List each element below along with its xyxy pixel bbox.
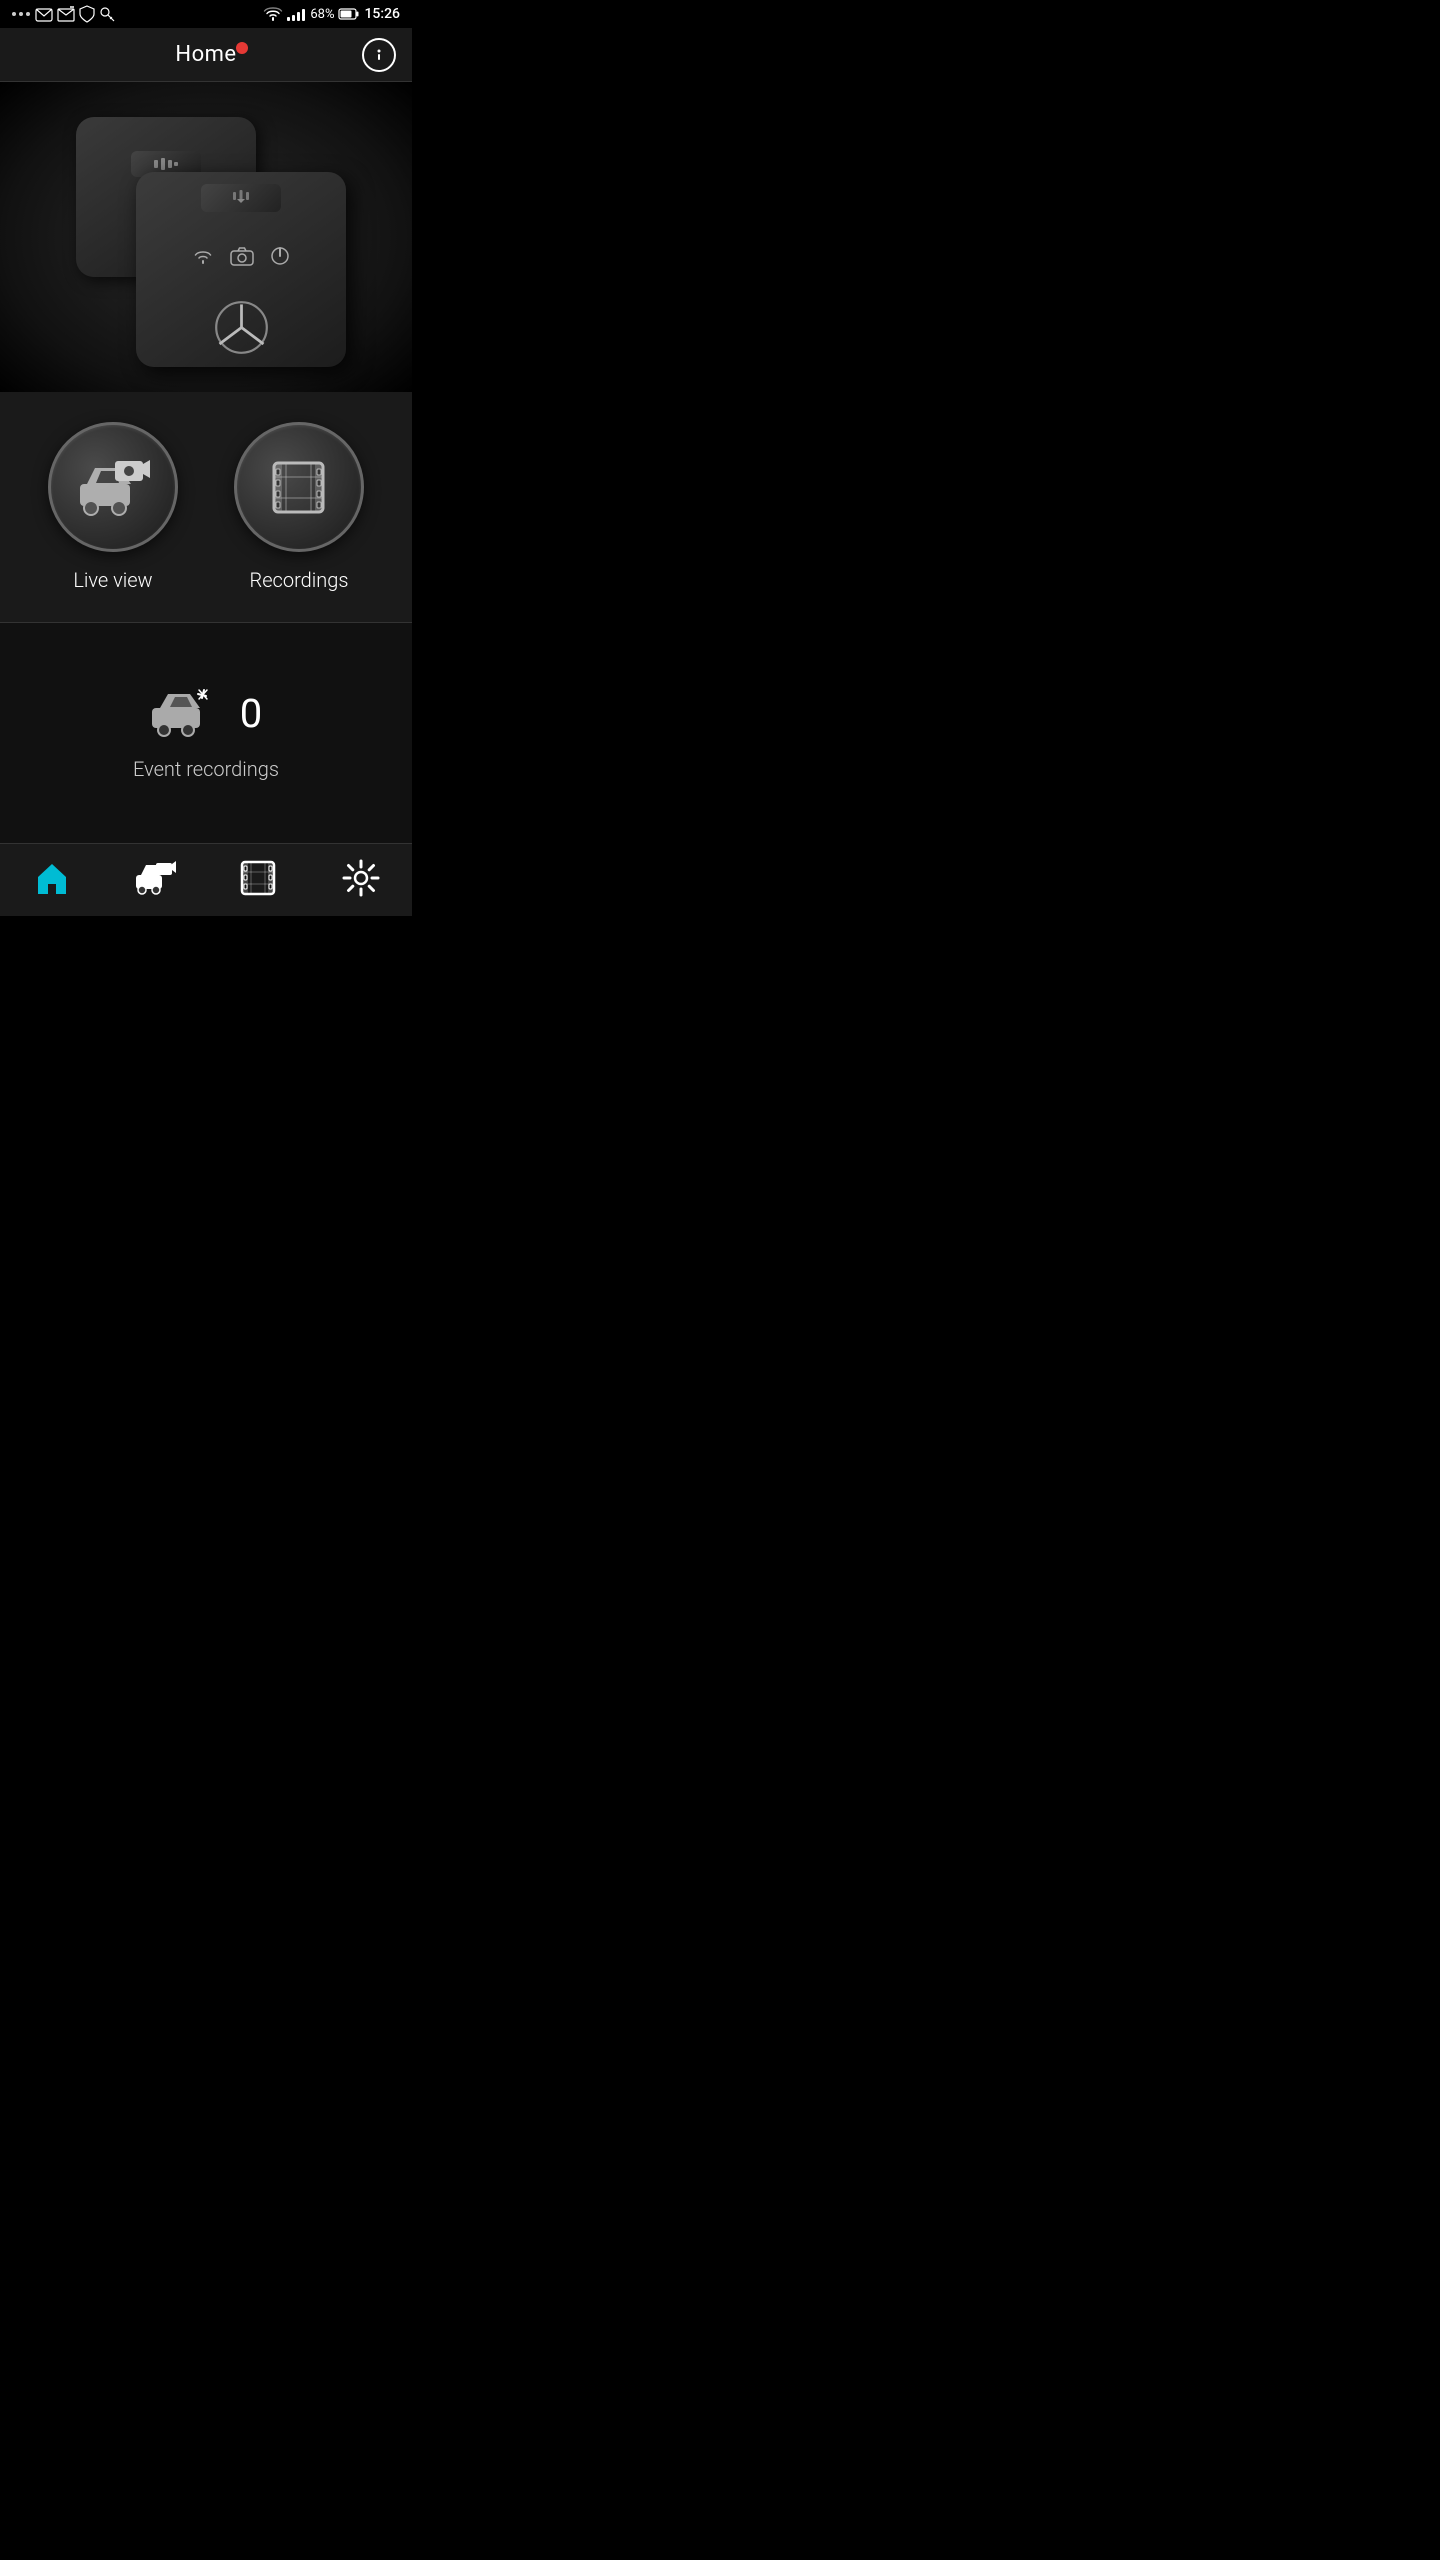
device-image-section [0,82,412,392]
device-wifi-icon [192,247,214,265]
nav-recordings[interactable] [222,854,294,902]
dots-icon [12,7,30,21]
mercedes-star-front [214,300,269,355]
actions-section: Live view [0,392,412,623]
live-view-button[interactable]: Live view [29,422,196,592]
wifi-icon [264,7,282,21]
home-svg [34,860,70,896]
status-icons-right: 68% 15:26 [264,6,400,22]
events-section: 0 Event recordings [0,623,412,843]
nav-recordings-icon [238,858,278,898]
nav-recordings-svg [239,859,277,897]
key-icon [100,7,114,21]
event-count: 0 [240,690,262,737]
recordings-circle [234,422,364,552]
page-title: Home [175,42,236,67]
nav-settings[interactable] [325,854,397,902]
nav-live-svg [134,859,176,897]
device-container [66,107,346,367]
device-front-top-button [201,184,281,212]
status-icons-left [12,6,114,22]
battery-percent: 68% [310,7,334,22]
play-button-icon [152,157,180,171]
nav-settings-svg [342,859,380,897]
device-camera-icon [230,246,254,266]
signal-bars [287,7,305,21]
event-recordings-label: Event recordings [133,757,279,781]
recordings-label: Recordings [250,568,349,592]
email-icon [58,7,74,21]
gmail-icon [36,7,52,21]
header: Home [0,28,412,82]
battery-icon [339,8,359,20]
status-bar: 68% 15:26 [0,0,412,28]
device-front [136,172,346,367]
home-icon [32,858,72,898]
info-icon [371,47,387,63]
recordings-button[interactable]: Recordings [215,422,382,592]
collision-car-icon [150,686,220,741]
shield-icon [80,6,94,22]
notification-dot [236,42,248,54]
live-view-icon [75,456,150,518]
nav-home[interactable] [16,854,88,902]
bottom-nav [0,843,412,916]
device-front-buttons [192,246,290,266]
live-view-label: Live view [73,568,152,592]
event-row: 0 [150,686,262,741]
download-icon [229,190,253,206]
nav-live-view[interactable] [119,854,191,902]
nav-settings-icon [341,858,381,898]
recordings-icon [266,455,331,520]
info-button[interactable] [362,38,396,72]
status-time: 15:26 [364,6,400,22]
nav-live-icon [135,858,175,898]
device-power-icon [270,246,290,266]
live-view-circle [48,422,178,552]
